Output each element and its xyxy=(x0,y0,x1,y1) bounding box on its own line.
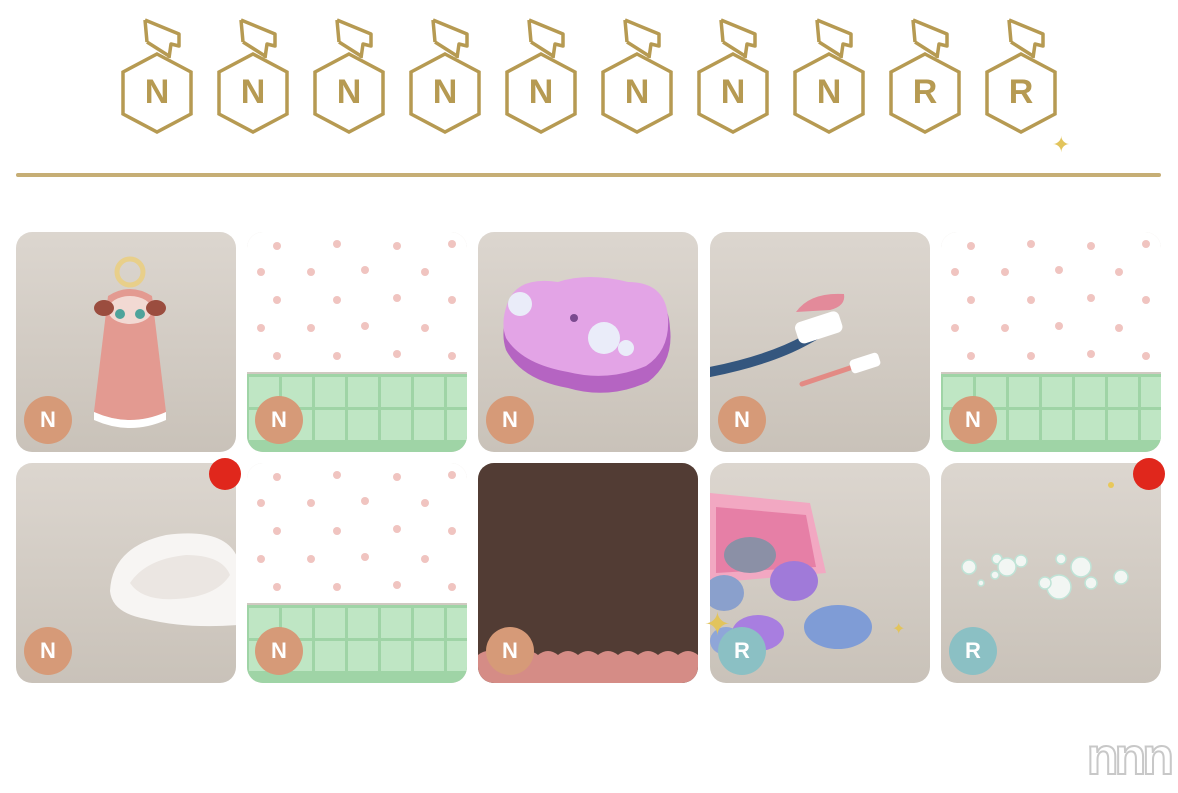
sparkle-icon: ✦ xyxy=(704,606,731,642)
item-card-wallpaper[interactable]: N xyxy=(941,232,1161,452)
badge-rarity-letter: N xyxy=(816,73,842,111)
item-card-hanging-towel-doll[interactable]: N xyxy=(16,232,236,452)
badge-rarity-letter: N xyxy=(432,73,458,111)
item-card-bath-mat[interactable]: N xyxy=(478,463,698,683)
badge-rarity-letter: N xyxy=(144,73,170,111)
result-badge: N xyxy=(693,12,773,152)
result-badge: N xyxy=(789,12,869,152)
item-card-bubbles[interactable]: R xyxy=(941,463,1161,683)
badge-rarity-letter: N xyxy=(720,73,746,111)
result-badge: N xyxy=(117,12,197,152)
badge-rarity-letter: N xyxy=(336,73,362,111)
result-badge-row: N N N N N N N N R R xyxy=(0,0,1178,170)
rarity-badge: N xyxy=(255,627,303,675)
item-card-bath-sponge[interactable]: N xyxy=(478,232,698,452)
badge-rarity-letter: R xyxy=(912,73,938,111)
item-card-towel-ring[interactable]: N xyxy=(16,463,236,683)
header-divider xyxy=(16,173,1161,177)
result-badge: N xyxy=(405,12,485,152)
new-item-indicator xyxy=(209,458,241,490)
badge-rarity-letter: N xyxy=(528,73,554,111)
rarity-badge: N xyxy=(24,396,72,444)
rarity-badge: N xyxy=(255,396,303,444)
badge-rarity-letter: N xyxy=(240,73,266,111)
item-card-wallpaper[interactable]: N xyxy=(247,463,467,683)
result-badge: R xyxy=(885,12,965,152)
rarity-badge: N xyxy=(24,627,72,675)
item-card-wallpaper[interactable]: N xyxy=(247,232,467,452)
item-card-bath-bomb-box[interactable]: R xyxy=(710,463,930,683)
watermark-logo: nnn xyxy=(1086,727,1175,787)
item-card-toothbrush[interactable]: N xyxy=(710,232,930,452)
rarity-badge: R xyxy=(949,627,997,675)
result-badge: R xyxy=(981,12,1061,152)
new-item-indicator xyxy=(1133,458,1165,490)
badge-rarity-letter: N xyxy=(624,73,650,111)
badge-rarity-letter: R xyxy=(1008,73,1034,111)
sparkle-icon: ✦ xyxy=(892,621,906,638)
rarity-badge: N xyxy=(949,396,997,444)
rarity-badge: N xyxy=(486,396,534,444)
result-badge: N xyxy=(309,12,389,152)
result-badge: N xyxy=(213,12,293,152)
rarity-badge: N xyxy=(718,396,766,444)
rarity-badge: N xyxy=(486,627,534,675)
result-badge: N xyxy=(597,12,677,152)
result-badge: N xyxy=(501,12,581,152)
sparkle-icon: ✦ xyxy=(1052,132,1071,157)
